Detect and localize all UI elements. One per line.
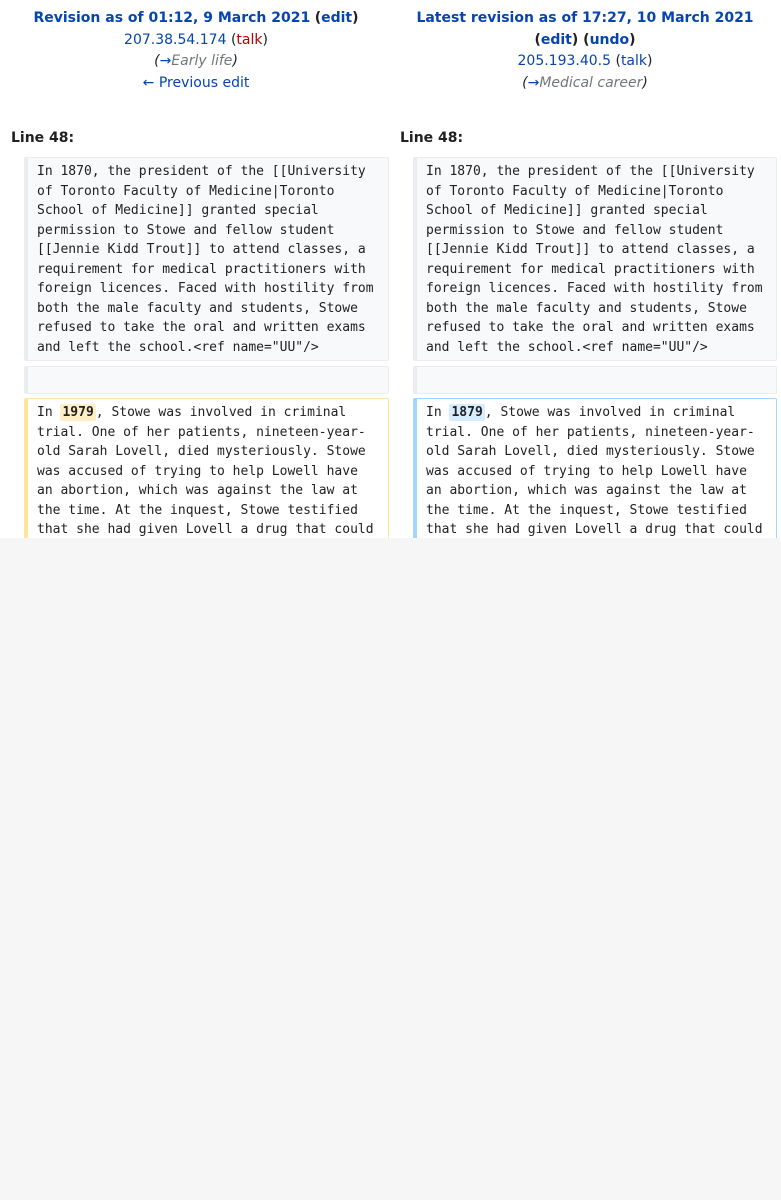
new-revision-header: Latest revision as of 17:27, 10 March 20… xyxy=(389,8,781,94)
added-line-text: , Stowe was involved in criminal trial. … xyxy=(426,405,763,537)
old-blank-context-line xyxy=(24,366,389,394)
new-revision-user-line: 205.193.40.5 (talk) xyxy=(389,51,781,73)
undo-link[interactable]: undo xyxy=(590,32,630,48)
new-section-arrow-link[interactable]: → xyxy=(528,75,540,91)
new-section-name: Medical career xyxy=(539,74,643,91)
old-revision-user-line: 207.38.54.174 (talk) xyxy=(0,30,392,52)
new-edit-summary: (→Medical career) xyxy=(389,73,781,95)
paren: ) xyxy=(352,10,359,26)
deleted-line-prefix: In xyxy=(37,405,61,420)
old-context-line: In 1870, the president of the [[Universi… xyxy=(24,157,389,361)
added-word: 1879 xyxy=(449,404,485,421)
paren: ) xyxy=(629,31,636,48)
diff-view: Revision as of 01:12, 9 March 2021 (edit… xyxy=(0,0,781,538)
new-context-line: In 1870, the president of the [[Universi… xyxy=(413,157,777,361)
paren: ) xyxy=(647,53,653,69)
new-revision-title-link[interactable]: Latest revision as of 17:27, 10 March 20… xyxy=(416,10,753,26)
previous-edit-link[interactable]: ← Previous edit xyxy=(143,75,250,91)
old-user-link[interactable]: 207.38.54.174 xyxy=(124,32,226,48)
new-blank-context-line xyxy=(413,366,777,394)
added-line-prefix: In xyxy=(426,405,450,420)
old-revision-title-line: Revision as of 01:12, 9 March 2021 (edit… xyxy=(0,8,392,30)
paren: ) xyxy=(571,31,579,48)
deleted-word: 1979 xyxy=(60,404,96,421)
old-revision-title-link[interactable]: Revision as of 01:12, 9 March 2021 xyxy=(33,10,310,26)
old-line-number: Line 48: xyxy=(11,130,75,146)
paren: ) xyxy=(262,31,268,48)
deleted-line: In 1979, Stowe was involved in criminal … xyxy=(24,398,389,538)
new-revision-actions: (edit) (undo) xyxy=(389,30,781,52)
old-section-arrow-link[interactable]: → xyxy=(160,53,172,69)
old-edit-summary: (→Early life) xyxy=(0,51,392,73)
old-section-name: Early life xyxy=(171,53,233,69)
new-line-number: Line 48: xyxy=(400,130,464,146)
old-edit-link[interactable]: edit xyxy=(321,10,352,26)
paren: ) xyxy=(232,53,238,69)
paren: ) xyxy=(642,74,648,91)
new-edit-link[interactable]: edit xyxy=(541,32,572,48)
old-revision-header: Revision as of 01:12, 9 March 2021 (edit… xyxy=(0,8,392,94)
deleted-line-text: , Stowe was involved in criminal trial. … xyxy=(37,405,374,537)
new-revision-title-line: Latest revision as of 17:27, 10 March 20… xyxy=(389,8,781,30)
added-line: In 1879, Stowe was involved in criminal … xyxy=(413,398,777,538)
old-talk-link[interactable]: talk xyxy=(236,32,262,48)
new-user-link[interactable]: 205.193.40.5 xyxy=(518,53,612,69)
new-talk-link[interactable]: talk xyxy=(621,53,647,69)
